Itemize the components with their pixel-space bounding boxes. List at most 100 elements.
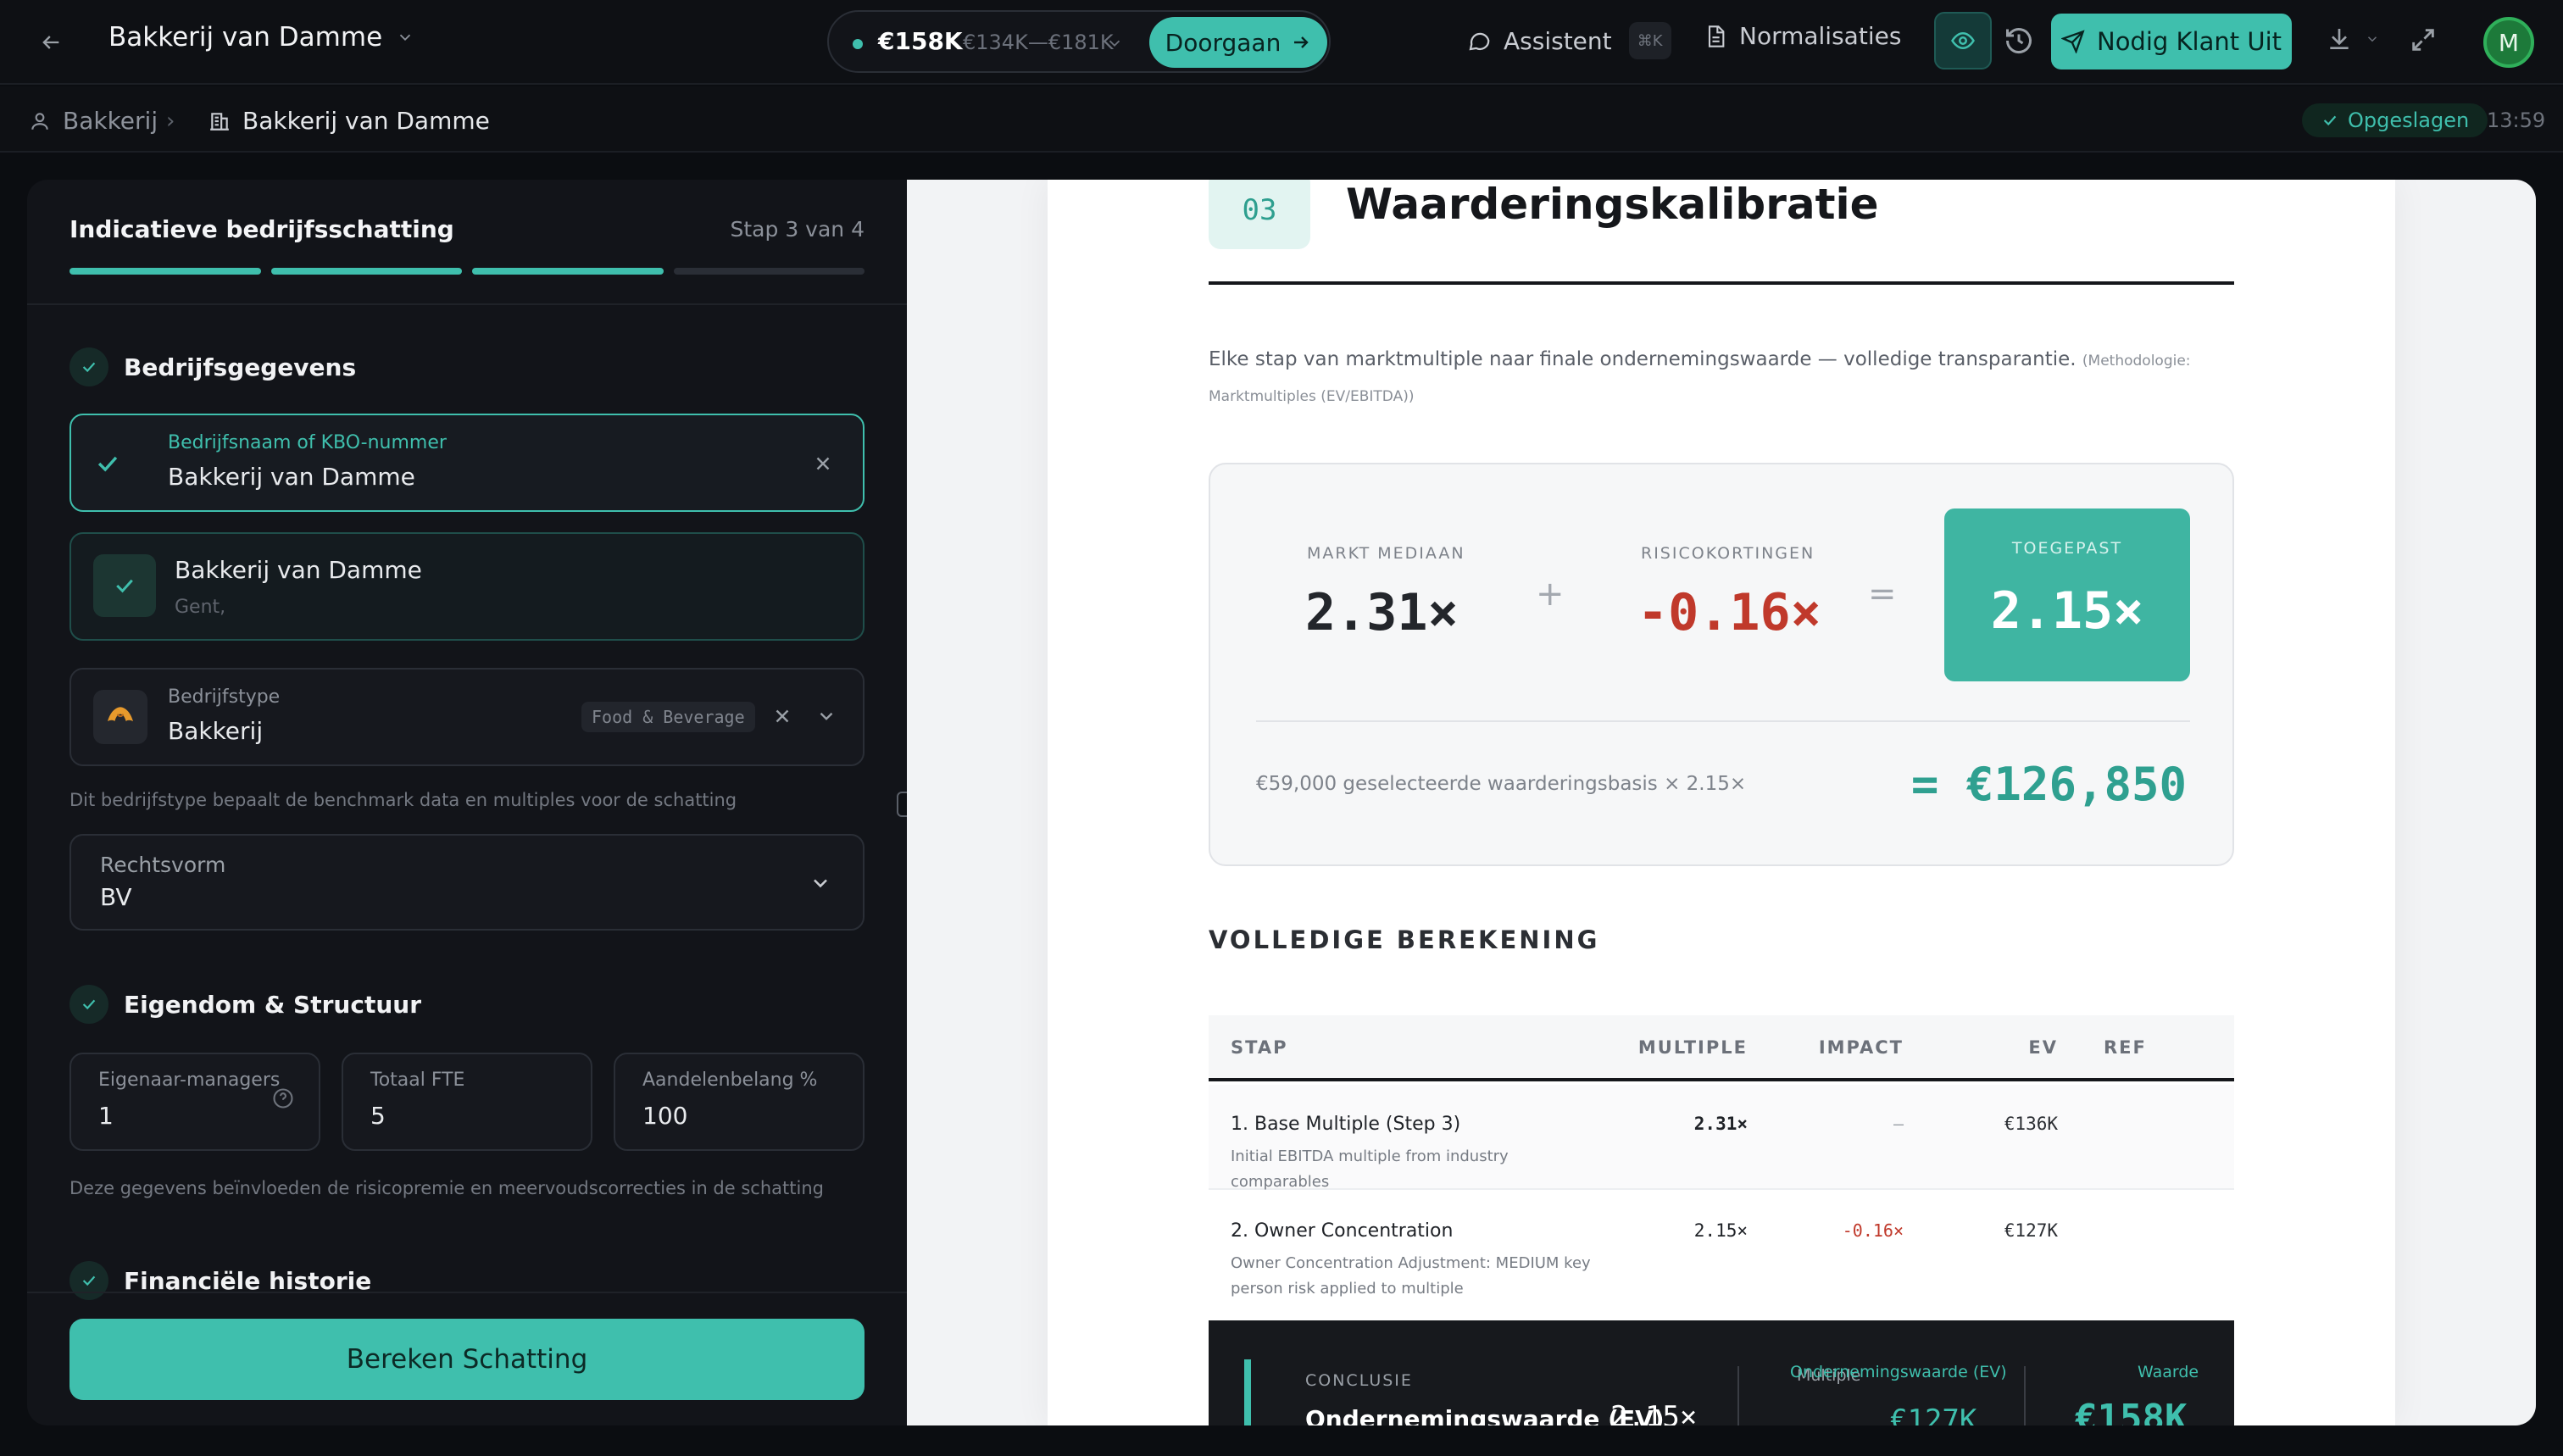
category-tag: Food & Beverage xyxy=(581,702,755,732)
section-company-details[interactable]: Bedrijfsgegevens xyxy=(69,347,356,386)
croissant-icon xyxy=(93,690,147,744)
title-rule xyxy=(1209,281,2234,285)
share-percentage-input[interactable]: Aandelenbelang % 100 xyxy=(614,1053,865,1151)
download-menu[interactable] xyxy=(2326,25,2380,53)
row-subtitle: Initial EBITDA multiple from industry co… xyxy=(1231,1148,1509,1191)
table-header: STAP MULTIPLE IMPACT EV REF xyxy=(1209,1015,2234,1081)
ev-label: Ondernemingswaarde (EV) xyxy=(1790,1363,2007,1381)
building-icon xyxy=(210,112,229,131)
company-name: Bakkerij van Damme xyxy=(108,22,383,53)
total-fte-input[interactable]: Totaal FTE 5 xyxy=(342,1053,592,1151)
close-icon[interactable] xyxy=(812,453,834,475)
estimate-pill[interactable]: €158K €134K—€181K Doorgaan xyxy=(827,10,1331,73)
close-icon[interactable] xyxy=(771,705,793,727)
saved-badge: Opgeslagen xyxy=(2302,103,2488,137)
field-label: Rechtsvorm xyxy=(100,853,226,877)
progress-segment xyxy=(673,268,865,275)
field-label: Eigenaar-managers xyxy=(98,1070,281,1091)
document-icon xyxy=(1708,25,1725,47)
check-icon xyxy=(93,554,156,617)
avatar[interactable]: M xyxy=(2483,17,2534,68)
full-calculation-title: VOLLEDIGE BEREKENING xyxy=(1209,925,1600,954)
intro-text: Elke stap van marktmultiple naar finale … xyxy=(1209,342,2234,414)
panel-title: Indicatieve bedrijfsschatting xyxy=(69,215,454,243)
applied-value: 2.15× xyxy=(1990,581,2144,641)
row-subtitle: Owner Concentration Adjustment: MEDIUM k… xyxy=(1231,1254,1591,1298)
match-city: Gent, xyxy=(175,597,226,618)
back-button[interactable] xyxy=(34,25,68,59)
section-title: Bedrijfsgegevens xyxy=(124,353,357,381)
top-bar: Bakkerij van Damme €158K €134K—€181K Doo… xyxy=(0,0,2563,85)
breadcrumb: Bakkerij › Bakkerij van Damme Opgeslagen… xyxy=(0,86,2563,153)
help-icon[interactable] xyxy=(271,1086,295,1110)
check-circle-icon xyxy=(69,1261,108,1300)
assistant-button[interactable]: Assistent ⌘K xyxy=(1466,22,1671,59)
check-icon xyxy=(97,456,118,472)
chevron-down-icon[interactable] xyxy=(1105,34,1124,53)
download-icon xyxy=(2330,29,2349,49)
market-median-value: 2.31× xyxy=(1305,583,1459,642)
column-header: MULTIPLE xyxy=(1637,1037,1748,1058)
divider xyxy=(2024,1366,2026,1425)
section-financial-history[interactable]: Financiële historie xyxy=(69,1261,371,1300)
shortcut-badge: ⌘K xyxy=(1628,22,1671,59)
business-type-field[interactable]: Bedrijfstype Bakkerij Food & Beverage xyxy=(69,668,865,766)
row-multiple: 2.31× xyxy=(1693,1114,1748,1134)
structure-hint: Deze gegevens beïnvloeden de risicopremi… xyxy=(69,1178,824,1198)
risk-discounts-label: RISICOKORTINGEN xyxy=(1641,544,1815,563)
equals-sign: = xyxy=(1868,575,1897,614)
chevron-down-icon[interactable] xyxy=(815,705,837,727)
conclusion-value: €158K xyxy=(2075,1397,2188,1425)
row-impact: — xyxy=(1893,1114,1904,1134)
progress-segment xyxy=(472,268,664,275)
calculate-estimate-button[interactable]: Bereken Schatting xyxy=(69,1319,865,1400)
legal-form-select[interactable]: Rechtsvorm BV xyxy=(69,834,865,931)
arrow-right-icon xyxy=(1294,36,1309,48)
match-name: Bakkerij van Damme xyxy=(175,556,422,584)
risk-discounts-value: -0.16× xyxy=(1637,583,1821,642)
divider xyxy=(27,1292,907,1293)
estimate-range: €134K—€181K xyxy=(963,31,1114,54)
field-label: Bedrijfstype xyxy=(168,686,281,708)
valuation-basis-text: €59,000 geselecteerde waarderingsbasis ×… xyxy=(1256,773,1747,795)
row-impact: -0.16× xyxy=(1842,1220,1904,1241)
table-row: 1. Base Multiple (Step 3) Initial EBITDA… xyxy=(1209,1085,2234,1191)
report-page: 03 Waarderingskalibratie Elke stap van m… xyxy=(1048,180,2395,1425)
continue-button[interactable]: Doorgaan xyxy=(1149,17,1327,68)
calibration-card: MARKT MEDIAAN 2.31× + RISICOKORTINGEN -0… xyxy=(1209,463,2234,866)
owner-managers-input[interactable]: Eigenaar-managers 1 xyxy=(69,1053,320,1151)
breadcrumb-root[interactable]: Bakkerij xyxy=(29,107,158,135)
section-title: Financiële historie xyxy=(124,1266,372,1295)
invite-label: Nodig Klant Uit xyxy=(2097,27,2282,56)
timestamp: 13:59 xyxy=(2487,108,2546,132)
progress-bar xyxy=(69,268,865,275)
check-icon xyxy=(2323,115,2337,126)
company-match-card[interactable]: Bakkerij van Damme Gent, xyxy=(69,532,865,641)
breadcrumb-root-label: Bakkerij xyxy=(63,107,158,135)
column-header: REF xyxy=(2104,1037,2147,1058)
saved-label: Opgeslagen xyxy=(2348,108,2470,132)
row-ev: €136K xyxy=(2004,1114,2058,1134)
company-switcher[interactable]: Bakkerij van Damme xyxy=(108,22,414,53)
breadcrumb-separator: › xyxy=(166,108,175,134)
field-value: Bakkerij xyxy=(168,717,264,745)
field-value: Bakkerij van Damme xyxy=(168,463,415,491)
expand-icon[interactable] xyxy=(2409,25,2438,54)
progress-segment xyxy=(69,268,261,275)
divider xyxy=(1737,1366,1739,1425)
section-ownership[interactable]: Eigendom & Structuur xyxy=(69,985,421,1024)
chevron-down-icon xyxy=(814,879,827,888)
send-icon xyxy=(2061,30,2085,53)
normalizations-button[interactable]: Normalisaties xyxy=(1704,22,1901,50)
field-value: 5 xyxy=(370,1102,386,1130)
company-name-field[interactable]: Bedrijfsnaam of KBO-nummer Bakkerij van … xyxy=(69,414,865,512)
field-value: 100 xyxy=(642,1102,688,1130)
user-icon xyxy=(31,112,48,130)
step-indicator: Stap 3 van 4 xyxy=(730,217,865,242)
conclusion-multiple: 2.15× xyxy=(1610,1400,1698,1425)
history-icon[interactable] xyxy=(2004,25,2034,56)
preview-toggle[interactable] xyxy=(1934,12,1992,69)
column-header: IMPACT xyxy=(1818,1037,1904,1058)
invite-client-button[interactable]: Nodig Klant Uit xyxy=(2051,14,2292,69)
chat-bubble-icon xyxy=(1469,32,1490,51)
